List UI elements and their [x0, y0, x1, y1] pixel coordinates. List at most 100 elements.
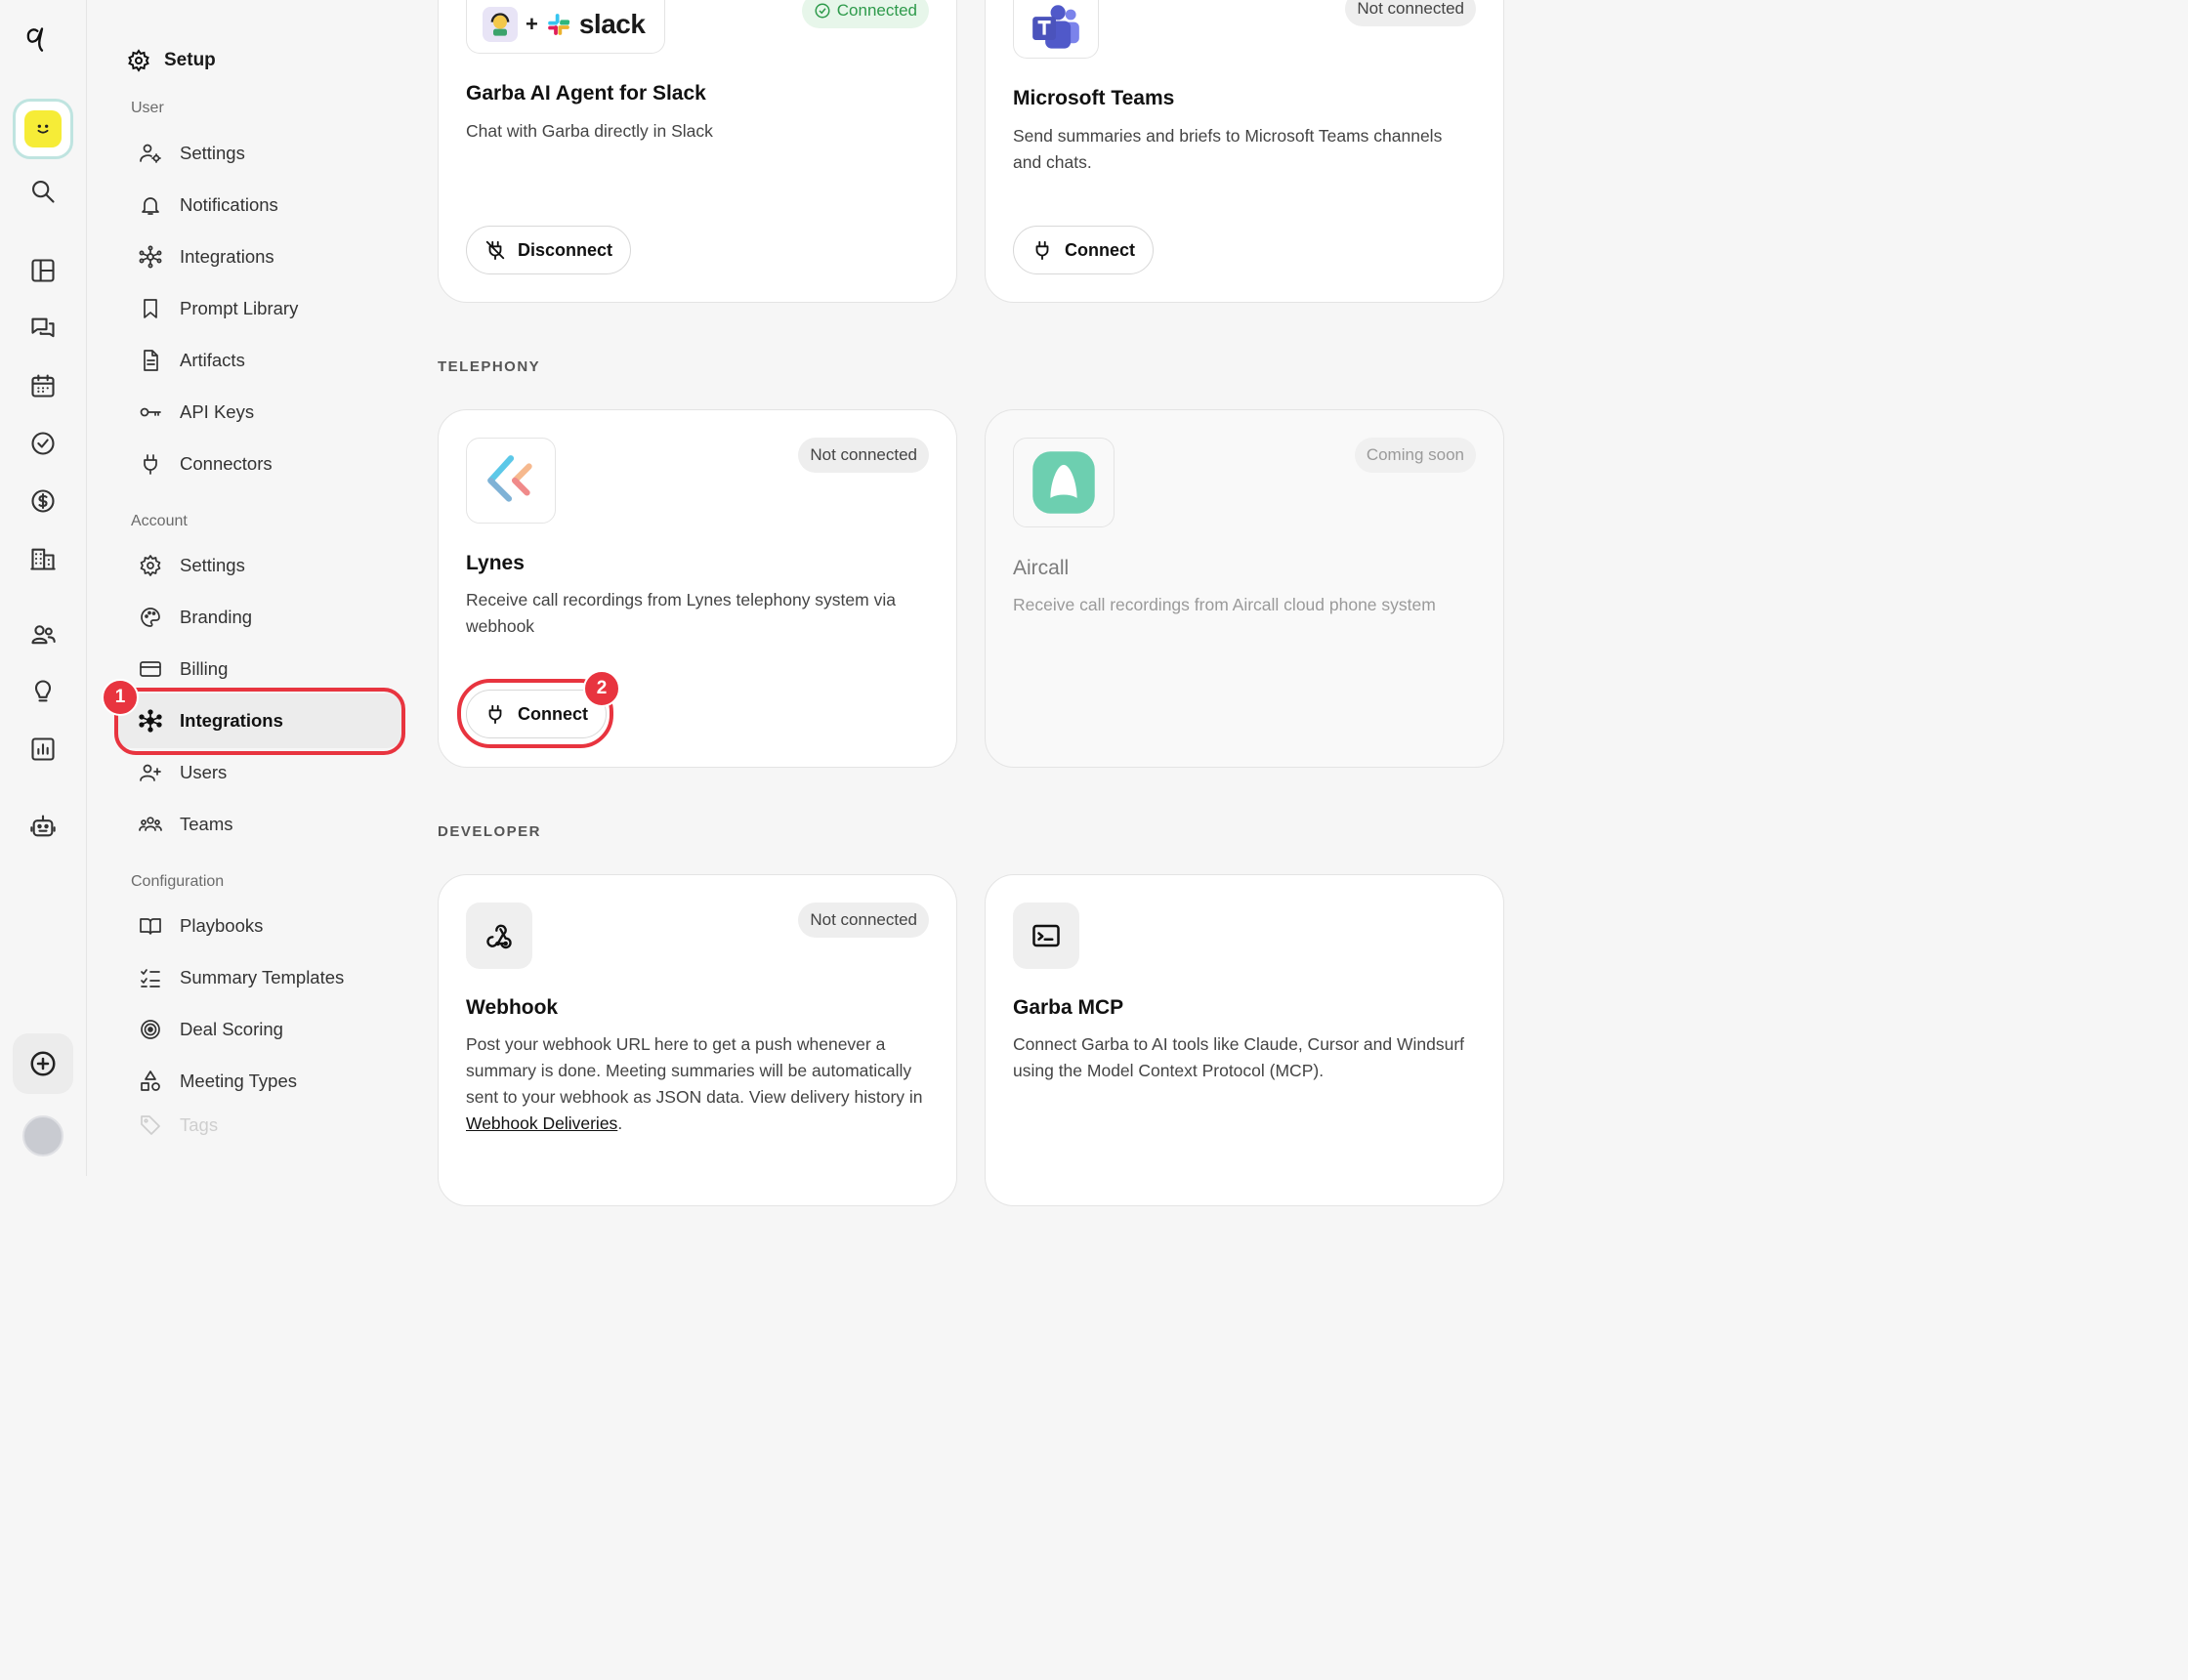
sidebar-item-label: Settings — [180, 555, 245, 575]
step-1-badge: 1 — [102, 679, 139, 716]
check-circle-icon[interactable] — [23, 424, 63, 463]
step-2-badge: 2 — [583, 670, 620, 707]
user-add-icon — [131, 761, 170, 784]
sidebar-item-label: Meeting Types — [180, 1071, 297, 1091]
sidebar-item-artifacts[interactable]: Artifacts — [131, 338, 402, 383]
check-circle-icon — [815, 3, 830, 19]
webhook-logo — [466, 903, 532, 969]
aircall-icon — [1032, 451, 1095, 514]
card-description: Send summaries and briefs to Microsoft T… — [1013, 126, 1443, 172]
sidebar-item-teams[interactable]: Teams — [131, 802, 402, 847]
building-icon[interactable] — [23, 539, 63, 578]
section-user: User — [131, 100, 164, 116]
palette-icon — [131, 606, 170, 629]
sidebar-item-label: Prompt Library — [180, 298, 299, 318]
sidebar-item-label: Users — [180, 762, 228, 782]
card-title: Microsoft Teams — [1013, 87, 1175, 109]
tag-icon — [131, 1113, 170, 1137]
sidebar-item-playbooks[interactable]: Playbooks — [131, 903, 402, 948]
aircall-logo — [1013, 438, 1115, 527]
icon-rail — [0, 0, 87, 1176]
gear-icon — [128, 49, 149, 72]
description-text: Post your webhook URL here to get a push… — [466, 1034, 923, 1107]
section-configuration: Configuration — [131, 873, 225, 890]
plus-icon: + — [526, 12, 538, 36]
sidebar-item-label: Billing — [180, 658, 229, 679]
key-icon — [131, 400, 170, 424]
integration-card-slack: + slack Connected Garba AI Agent for Sla… — [438, 0, 957, 303]
button-label: Connect — [1065, 239, 1135, 260]
button-label: Disconnect — [518, 239, 613, 260]
sidebar-item-label: Notifications — [180, 194, 278, 215]
sidebar-item-label: Artifacts — [180, 350, 245, 370]
status-badge-not-connected: Not connected — [798, 903, 929, 938]
checklist-icon — [131, 966, 170, 989]
lynes-logo — [466, 438, 556, 524]
integration-card-teams: Not connected Microsoft Teams Send summa… — [985, 0, 1504, 303]
sidebar-item-label: Deal Scoring — [180, 1019, 283, 1039]
card-title: Webhook — [466, 996, 559, 1019]
app-logo-icon[interactable] — [21, 25, 49, 53]
slack-wordmark: slack — [578, 9, 646, 39]
robot-icon[interactable] — [23, 807, 63, 846]
plug-icon — [131, 452, 170, 476]
add-button[interactable] — [13, 1033, 73, 1094]
sidebar-item-users[interactable]: Users — [131, 750, 402, 795]
main-content: + slack Connected Garba AI Agent for Sla… — [410, 0, 1532, 1206]
disconnect-button[interactable]: Disconnect — [466, 226, 632, 274]
bell-icon — [131, 193, 170, 217]
webhook-icon — [486, 924, 512, 949]
app: Setup User Settings Notifications Integr… — [0, 0, 1532, 1206]
mcp-logo — [1013, 903, 1079, 969]
workspace-switcher[interactable] — [13, 99, 73, 159]
sidebar-item-meeting-types[interactable]: Meeting Types — [131, 1059, 402, 1104]
sidebar-item-summary-templates[interactable]: Summary Templates — [131, 955, 402, 1000]
connect-button[interactable]: Connect — [1013, 226, 1154, 274]
status-label: Connected — [836, 1, 917, 20]
sidebar-item-billing[interactable]: Billing — [131, 647, 402, 692]
sidebar-item-connectors[interactable]: Connectors — [131, 441, 402, 486]
sidebar-item-account-settings[interactable]: Settings — [131, 543, 402, 588]
webhook-deliveries-link[interactable]: Webhook Deliveries — [466, 1113, 617, 1133]
terminal-icon — [1032, 924, 1060, 947]
gear-icon — [131, 554, 170, 577]
smiley-icon — [24, 110, 62, 147]
sidebar-item-label: Branding — [180, 607, 253, 627]
integration-card-webhook: Not connected Webhook Post your webhook … — [438, 874, 957, 1206]
setup-title: Setup — [127, 49, 216, 72]
section-heading-developer: DEVELOPER — [438, 823, 542, 840]
sidebar-item-label: Integrations — [180, 246, 274, 267]
lightbulb-icon[interactable] — [23, 672, 63, 711]
lynes-icon — [487, 455, 532, 502]
teams-icon — [1032, 4, 1079, 49]
contacts-icon[interactable] — [23, 615, 63, 654]
shapes-icon — [131, 1070, 170, 1093]
dashboard-icon[interactable] — [23, 251, 63, 290]
card-description: Post your webhook URL here to get a push… — [466, 1031, 925, 1137]
sidebar-item-prompt-library[interactable]: Prompt Library — [131, 286, 402, 331]
hub-icon — [131, 245, 170, 269]
sidebar-item-label: Playbooks — [180, 915, 264, 936]
card-title: Garba AI Agent for Slack — [466, 82, 706, 105]
search-icon[interactable] — [23, 172, 63, 211]
chat-icon[interactable] — [23, 309, 63, 348]
calendar-icon[interactable] — [23, 366, 63, 405]
avatar[interactable] — [22, 1115, 63, 1156]
sidebar-item-deal-scoring[interactable]: Deal Scoring — [131, 1007, 402, 1052]
sidebar-item-user-integrations[interactable]: Integrations — [131, 234, 402, 279]
plus-circle-icon — [30, 1051, 56, 1076]
bookmark-icon — [131, 297, 170, 320]
card-description: Receive call recordings from Aircall clo… — [1013, 595, 1436, 614]
sidebar-item-user-settings[interactable]: Settings — [131, 131, 402, 176]
dollar-icon[interactable] — [23, 482, 63, 521]
sidebar-item-branding[interactable]: Branding — [131, 595, 402, 640]
target-icon — [131, 1018, 170, 1041]
bar-chart-icon[interactable] — [23, 730, 63, 769]
sidebar-item-notifications[interactable]: Notifications — [131, 183, 402, 228]
sidebar-item-label: Tags — [180, 1114, 219, 1135]
integration-card-mcp: Garba MCP Connect Garba to AI tools like… — [985, 874, 1504, 1206]
sidebar-item-api-keys[interactable]: API Keys — [131, 390, 402, 435]
sidebar-item-label: Settings — [180, 143, 245, 163]
sidebar-item-tags[interactable]: Tags — [131, 1111, 402, 1140]
unplug-icon — [485, 240, 505, 261]
